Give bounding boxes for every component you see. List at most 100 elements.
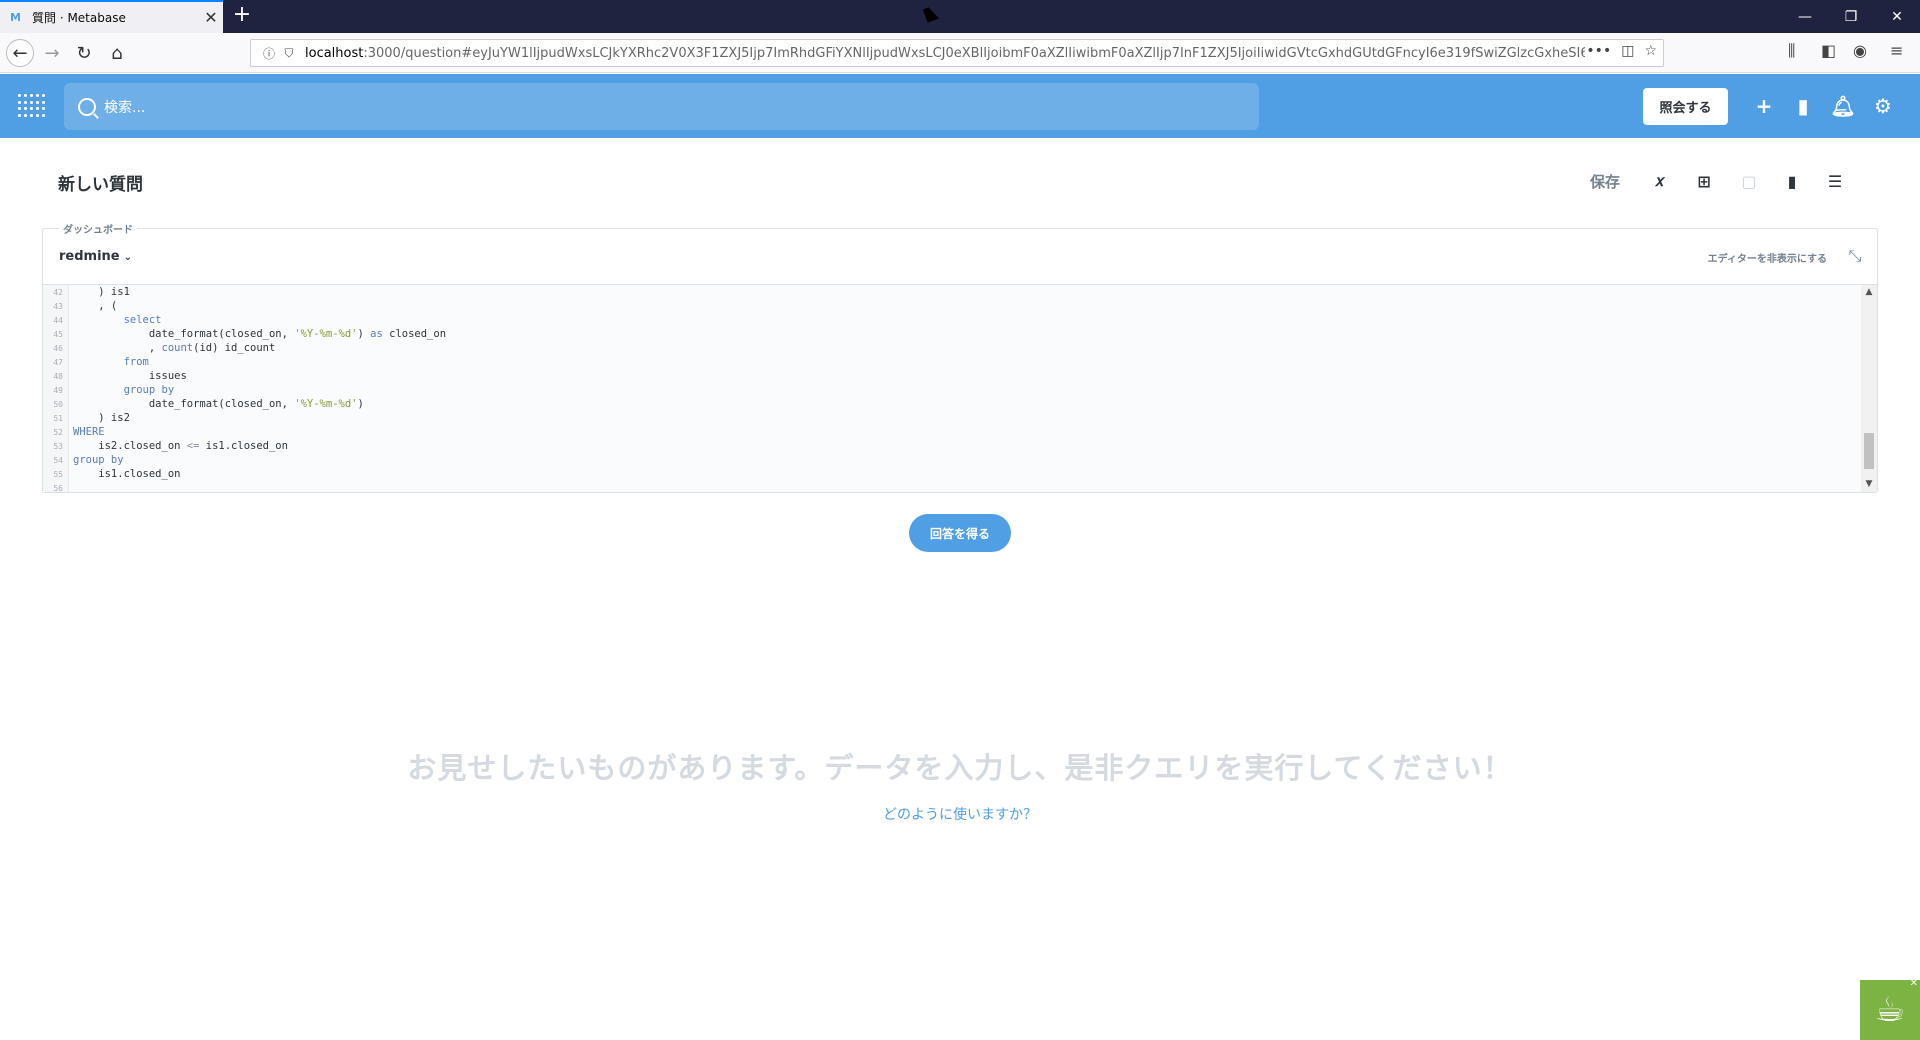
tab-title: 質問 · Metabase [32, 11, 126, 25]
pocket-icon[interactable]: ◫ [1621, 43, 1634, 59]
search-icon [78, 97, 96, 116]
code-token: is1.closed_on [199, 440, 288, 452]
scroll-down-icon[interactable]: ▼ [1864, 479, 1874, 491]
line-number: 52 [53, 427, 63, 437]
list-menu-icon[interactable]: ☰ [1824, 170, 1846, 192]
code-line[interactable]: 56 [43, 481, 1843, 493]
code-line[interactable]: 49 group by [43, 383, 1843, 397]
code-line[interactable]: 54 group by [43, 453, 1843, 467]
ask-question-button[interactable]: 照会する [1643, 88, 1728, 125]
sidebar-icon[interactable]: ◧ [1821, 41, 1836, 60]
search-input[interactable]: 検索... [64, 83, 1259, 130]
collapse-icon[interactable]: ⤡ [1845, 246, 1865, 266]
code-line[interactable]: 52 WHERE [43, 425, 1843, 439]
scrollbar-thumb[interactable] [1864, 433, 1874, 469]
browser-tab[interactable]: M 質問 · Metabase ✕ [0, 0, 223, 33]
back-icon[interactable]: ← [6, 39, 34, 67]
data-reference-icon[interactable]: ▮ [1781, 170, 1803, 192]
bookmark-star-icon[interactable]: ☆ [1644, 43, 1657, 59]
gear-icon[interactable]: ⚙ [1871, 94, 1895, 118]
code-line[interactable]: 42 ) is1 [43, 285, 1843, 299]
code-line[interactable]: 46 , count (id) id_count [43, 341, 1843, 355]
code-token: is2.closed_on [73, 440, 187, 452]
line-number: 50 [53, 399, 63, 409]
url-path: :3000/question#eyJuYW1lIjpudWxsLCJkYXRhc… [363, 45, 1585, 61]
forward-icon[interactable]: → [38, 39, 66, 67]
code-line[interactable]: 43 , ( [43, 299, 1843, 313]
line-number: 47 [53, 357, 63, 367]
account-icon[interactable]: ◉ [1853, 41, 1867, 60]
reload-icon[interactable]: ↻ [70, 39, 98, 67]
code-token: select [123, 314, 162, 326]
line-number: 46 [53, 343, 63, 353]
collection-icon[interactable]: ▮ [1791, 94, 1815, 118]
snippet-icon[interactable]: ⊞ [1693, 170, 1715, 192]
line-number: 54 [53, 455, 63, 465]
info-icon[interactable]: ⓘ [259, 45, 279, 62]
widget-close-icon[interactable]: ✕ [1910, 978, 1918, 989]
editor-scrollbar[interactable]: ▲ ▼ [1861, 285, 1877, 492]
url-text[interactable]: localhost:3000/question#eyJuYW1lIjpudWxs… [305, 46, 1585, 61]
line-number: 43 [53, 301, 63, 311]
browser-nav-bar: ← → ↻ ⌂ ⓘ ⛉ localhost:3000/question#eyJu… [0, 33, 1920, 73]
save-button[interactable]: 保存 [1590, 171, 1620, 192]
run-query-button[interactable]: 回答を得る [909, 514, 1011, 552]
code-line[interactable]: 44 select [43, 313, 1843, 327]
metabase-favicon-icon: M [10, 10, 21, 24]
line-number: 48 [53, 371, 63, 381]
code-area[interactable]: 42 ) is1 43 , (44 select 45 date_format(cl… [43, 284, 1877, 492]
chevron-down-icon: ⌄ [123, 252, 132, 263]
code-line[interactable]: 53 is2.closed_on <= is1.closed_on [43, 439, 1843, 453]
line-number: 45 [53, 329, 63, 339]
empty-state-message: お見せしたいものがあります。データを入力し、是非クエリを実行してください！ [407, 751, 1513, 785]
code-token: ) [357, 328, 371, 340]
code-line[interactable]: 47 from [43, 355, 1843, 369]
tab-close-icon[interactable]: ✕ [199, 8, 223, 27]
library-icon[interactable]: ⫼ [1788, 41, 1795, 61]
code-token: count [161, 342, 194, 354]
metabase-logo-icon[interactable] [18, 94, 45, 118]
code-line[interactable]: 48 issues [43, 369, 1843, 383]
shield-icon[interactable]: ⛉ [279, 46, 299, 61]
code-token: group by [123, 384, 175, 396]
scroll-up-icon[interactable]: ▲ [1864, 287, 1874, 299]
mouse-cursor-icon [922, 5, 940, 23]
new-tab-icon[interactable]: + [230, 4, 254, 28]
code-line[interactable]: 50 date_format(closed_on, '%Y-%m-%d') [43, 397, 1843, 411]
db-legend: ダッシュボード [59, 221, 137, 236]
window-close-icon[interactable]: ✕ [1874, 0, 1920, 33]
variables-icon[interactable]: 𝑥 [1649, 170, 1671, 192]
line-number: 56 [53, 483, 63, 493]
help-link[interactable]: どのように使いますか？ [0, 804, 1920, 824]
menu-icon[interactable]: ≡ [1890, 41, 1903, 60]
url-bar[interactable]: ⓘ ⛉ localhost:3000/question#eyJuYW1lIjpu… [250, 39, 1664, 67]
more-actions-icon[interactable]: ••• [1586, 43, 1611, 59]
code-token: ) is1 [73, 286, 130, 298]
coffee-cup-icon[interactable]: ☕ ✕ [1860, 978, 1920, 1040]
browser-tab-bar: M 質問 · Metabase ✕ + — ❐ ✕ [0, 0, 1920, 33]
code-token: date_format(closed_on, [73, 398, 295, 410]
metabase-header: 検索... 照会する + ▮ 🔔︎ ⚙ [0, 74, 1920, 138]
minimize-icon[interactable]: — [1782, 0, 1828, 33]
native-query-editor: ダッシュボード redmine ⌄ エディターを非表示にする ⤡ 42 ) is1… [42, 221, 1878, 493]
code-token: <= [186, 440, 200, 452]
plus-icon[interactable]: + [1752, 94, 1776, 118]
code-line[interactable]: 51 ) is2 [43, 411, 1843, 425]
code-line[interactable]: 55 is1.closed_on [43, 467, 1843, 481]
code-token: issues [73, 370, 187, 382]
url-host: localhost [305, 45, 364, 61]
page-title[interactable]: 新しい質問 [58, 170, 143, 195]
code-token: is1.closed_on [73, 468, 181, 480]
code-token: WHERE [73, 426, 105, 438]
home-icon[interactable]: ⌂ [103, 39, 131, 67]
code-token: as [370, 328, 383, 340]
code-line[interactable]: 45 date_format(closed_on, '%Y-%m-%d') as… [43, 327, 1843, 341]
database-select[interactable]: redmine ⌄ [59, 249, 132, 264]
hide-editor-button[interactable]: エディターを非表示にする [1708, 250, 1827, 265]
bell-icon[interactable]: 🔔︎ [1830, 94, 1855, 118]
restore-icon[interactable]: ❐ [1828, 0, 1874, 33]
code-token: , ( [73, 300, 118, 312]
code-token: (id) id_count [193, 342, 276, 354]
